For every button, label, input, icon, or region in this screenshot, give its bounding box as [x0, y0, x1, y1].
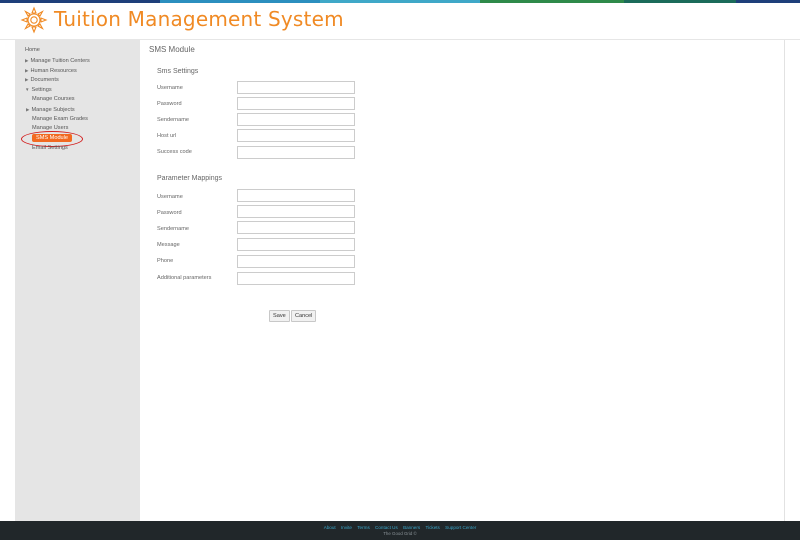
sidebar-item-manage-exam-grades[interactable]: Manage Exam Grades	[15, 115, 140, 125]
footer-link-about[interactable]: About	[324, 525, 336, 530]
sidebar-item-label: Home	[25, 47, 40, 53]
sidebar: Home ▶ Manage Tuition Centers ▶ Human Reso…	[15, 40, 140, 521]
sidebar-item-label: Settings	[31, 87, 52, 94]
param-username-input[interactable]	[237, 189, 355, 202]
footer-link-contact-us[interactable]: Contact Us	[375, 525, 398, 530]
footer-links: About Invite Terms Contact Us Banners Ti…	[0, 521, 800, 530]
sms-success-code-input[interactable]	[237, 146, 355, 159]
sidebar-item-documents[interactable]: ▶ Documents	[15, 75, 140, 85]
param-phone-input[interactable]	[237, 255, 355, 268]
sms-username-label: Username	[157, 85, 183, 91]
caret-right-icon: ▶	[25, 77, 29, 83]
param-phone-label: Phone	[157, 258, 174, 264]
sidebar-item-manage-subjects[interactable]: ▶ Manage Subjects	[15, 105, 140, 115]
param-sendername-label: Sendername	[157, 226, 190, 232]
sms-settings-title: Sms Settings	[157, 68, 199, 75]
caret-right-icon: ▶	[25, 67, 29, 73]
sidebar-item-sms-module[interactable]: SMS Module	[15, 131, 140, 148]
param-sendername-input[interactable]	[237, 221, 355, 234]
caret-right-icon: ▶	[25, 57, 29, 63]
sms-host-url-input[interactable]	[237, 129, 355, 142]
save-button[interactable]: Save	[269, 310, 290, 322]
sms-password-label: Password	[157, 101, 182, 107]
sidebar-item-label: Manage Tuition Centers	[30, 57, 90, 64]
sidebar-item-label: Human Resources	[30, 67, 77, 74]
sidebar-item-label: Manage Exam Grades	[32, 115, 88, 122]
cancel-button[interactable]: Cancel	[291, 310, 317, 322]
page-title: SMS Module	[149, 45, 195, 54]
sms-sendername-input[interactable]	[237, 113, 355, 126]
header: Tuition Management System	[0, 3, 800, 40]
footer-link-support-center[interactable]: Support Center	[445, 525, 476, 530]
param-message-input[interactable]	[237, 238, 355, 251]
sms-sendername-label: Sendername	[157, 117, 190, 123]
sidebar-item-email-settings[interactable]: Email Settings	[15, 144, 140, 154]
sidebar-item-label: Email Settings	[32, 144, 68, 151]
sunflower-logo-icon[interactable]	[20, 6, 48, 34]
copyright-text: The Good Grid ©	[383, 531, 417, 536]
sidebar-item-settings[interactable]: ▼ Settings	[15, 85, 140, 95]
param-message-label: Message	[157, 242, 180, 248]
footer-link-banners[interactable]: Banners	[403, 525, 420, 530]
param-password-input[interactable]	[237, 205, 355, 218]
footer: About Invite Terms Contact Us Banners Ti…	[0, 521, 800, 540]
param-username-label: Username	[157, 194, 183, 200]
sms-username-input[interactable]	[237, 81, 355, 94]
sidebar-item-manage-tuition-centers[interactable]: ▶ Manage Tuition Centers	[15, 56, 140, 66]
param-additional-input[interactable]	[237, 272, 355, 285]
parameter-mappings-title: Parameter Mappings	[157, 175, 222, 182]
param-password-label: Password	[157, 210, 182, 216]
caret-down-icon: ▼	[25, 87, 30, 93]
sidebar-item-human-resources[interactable]: ▶ Human Resources	[15, 66, 140, 76]
footer-link-terms[interactable]: Terms	[357, 525, 370, 530]
caret-right-icon: ▶	[26, 106, 30, 112]
sms-password-input[interactable]	[237, 97, 355, 110]
sms-success-code-label: Success code	[157, 149, 192, 155]
main-content: SMS Module Sms Settings Username Passwor…	[140, 40, 784, 521]
sidebar-item-label: Manage Subjects	[31, 106, 75, 113]
sidebar-item-home[interactable]: Home	[15, 46, 140, 56]
sms-host-url-label: Host url	[157, 133, 177, 139]
footer-link-tickets[interactable]: Tickets	[425, 525, 439, 530]
sidebar-item-manage-courses[interactable]: Manage Courses	[15, 95, 140, 105]
sidebar-item-label: Manage Courses	[32, 95, 75, 102]
sidebar-nav: Home ▶ Manage Tuition Centers ▶ Human Reso…	[15, 40, 140, 154]
footer-link-invite[interactable]: Invite	[341, 525, 352, 530]
sidebar-item-label: Documents	[30, 77, 59, 84]
app-title: Tuition Management System	[54, 7, 344, 31]
param-additional-label: Additional parameters	[157, 275, 212, 281]
